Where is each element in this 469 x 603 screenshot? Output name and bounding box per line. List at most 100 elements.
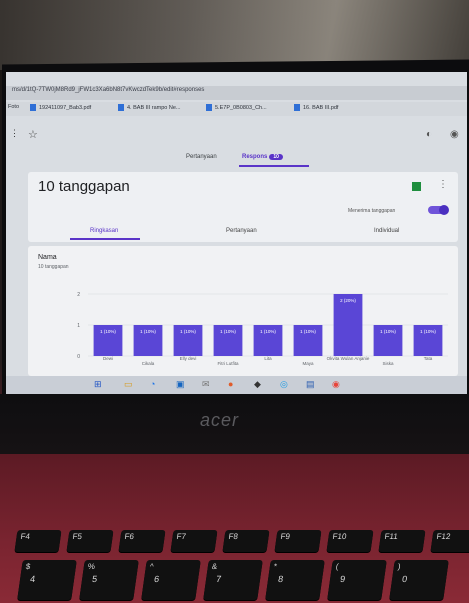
x-tick-label: Tata <box>424 356 433 361</box>
accepting-responses-label: Menerima tanggapan <box>348 208 396 214</box>
key-label: F9 <box>280 532 291 541</box>
star-icon[interactable]: ☆ <box>28 128 38 141</box>
bar-data-label: 1 (10%) <box>420 329 436 334</box>
laptop-screen: ms/d/1tQ-7TW0jM8Rd9_jFW1c3Xa6bN8t7vKwczd… <box>6 72 467 394</box>
address-bar[interactable]: ms/d/1tQ-7TW0jM8Rd9_jFW1c3Xa6bN8t7vKwczd… <box>6 86 467 100</box>
bar[interactable] <box>333 294 363 356</box>
mail-icon[interactable]: ✉ <box>202 379 210 390</box>
key-label: F8 <box>228 532 239 541</box>
fn-key[interactable]: F9 <box>274 530 322 552</box>
app-icon[interactable]: ◎ <box>280 379 288 390</box>
fn-key[interactable]: F11 <box>378 530 426 552</box>
key-symbol: $ <box>25 562 31 571</box>
fn-key[interactable]: F10 <box>326 530 374 552</box>
url-text: ms/d/1tQ-7TW0jM8Rd9_jFW1c3Xa6bN8t7vKwczd… <box>12 87 205 93</box>
key-digit: 5 <box>91 574 98 584</box>
key-label: F10 <box>332 532 348 541</box>
active-tab-indicator <box>239 165 309 167</box>
palette-icon[interactable]: ◐ <box>426 129 432 140</box>
bookmark[interactable]: 192411097_Bab3.pdf <box>30 104 91 111</box>
chrome-icon[interactable]: ◉ <box>332 379 340 390</box>
bar-data-label: 1 (10%) <box>300 329 316 334</box>
bookmark[interactable]: 5.E7P_0B0803_Ch... <box>206 104 267 111</box>
pdf-icon <box>206 104 212 111</box>
taskbar: ⊞ ▭ ◔ ▣ ✉ ● ◆ ◎ ▤ ◉ <box>6 376 467 394</box>
active-subtab-indicator <box>70 238 140 240</box>
key-digit: 4 <box>29 574 36 584</box>
bar-data-label: 1 (10%) <box>260 329 276 334</box>
pdf-icon <box>294 104 300 111</box>
question-card: Nama 10 tanggapan 0121 (10%) Dewi 1 (10%) C… <box>28 246 458 376</box>
file-explorer-icon[interactable]: ▭ <box>124 379 133 390</box>
responses-title: 10 tanggapan <box>38 178 130 195</box>
store-icon[interactable]: ▣ <box>176 379 185 390</box>
key-symbol: ( <box>335 562 340 571</box>
x-tick-label: Dewi <box>103 356 113 361</box>
number-key[interactable]: * 8 <box>265 560 325 600</box>
x-tick-label: Maya <box>302 361 314 366</box>
y-tick-label: 1 <box>77 323 80 329</box>
fn-key[interactable]: F12 <box>430 530 469 552</box>
x-tick-label: Lita <box>264 356 272 361</box>
photo: ms/d/1tQ-7TW0jM8Rd9_jFW1c3Xa6bN8t7vKwczd… <box>0 0 469 603</box>
number-key[interactable]: % 5 <box>79 560 139 600</box>
responses-count-badge: 10 <box>269 154 283 160</box>
fn-key[interactable]: F7 <box>170 530 218 552</box>
y-tick-label: 0 <box>77 354 80 360</box>
fn-key[interactable]: F4 <box>14 530 62 552</box>
key-label: F5 <box>72 532 83 541</box>
x-tick-label: Cikala <box>142 361 155 366</box>
number-key[interactable]: ) 0 <box>389 560 449 600</box>
x-tick-label: Okvita Wulan Anjanie <box>327 356 370 361</box>
pdf-icon <box>30 104 36 111</box>
sheets-icon[interactable] <box>412 182 421 191</box>
word-icon[interactable]: ▤ <box>306 379 315 390</box>
bookmark[interactable]: 16. BAB III.pdf <box>294 104 338 111</box>
x-tick-label: Elly devi <box>180 356 197 361</box>
bar-data-label: 2 (20%) <box>340 298 356 303</box>
tab-responses[interactable]: Respons 10 <box>242 154 283 160</box>
number-key[interactable]: & 7 <box>203 560 263 600</box>
key-label: F7 <box>176 532 187 541</box>
key-label: F4 <box>20 532 31 541</box>
subtab-questions[interactable]: Pertanyaan <box>226 228 257 234</box>
key-symbol: % <box>87 562 96 571</box>
toggle-knob <box>439 205 449 215</box>
fn-key[interactable]: F8 <box>222 530 270 552</box>
key-digit: 6 <box>153 574 160 584</box>
media-icon[interactable]: ● <box>228 379 233 389</box>
edge-icon[interactable]: ◔ <box>150 379 155 389</box>
fn-key[interactable]: F5 <box>66 530 114 552</box>
more-icon[interactable]: ⋮ <box>10 128 19 139</box>
preview-icon[interactable]: ◉ <box>450 129 459 140</box>
subtab-individual[interactable]: Individual <box>374 228 399 234</box>
number-key[interactable]: $4 <box>17 560 77 600</box>
key-label: F11 <box>384 532 399 541</box>
more-options-icon[interactable]: ⋮ <box>438 179 448 190</box>
key-label: F6 <box>124 532 135 541</box>
bar-data-label: 1 (10%) <box>140 329 156 334</box>
bar-data-label: 1 (10%) <box>220 329 236 334</box>
key-digit: 9 <box>339 574 346 584</box>
key-symbol: ) <box>397 562 402 571</box>
bookmarks-bar: Foto 192411097_Bab3.pdf 4. BAB III rampo… <box>6 102 467 116</box>
number-key[interactable]: (9 <box>327 560 387 600</box>
key-digit: 0 <box>401 574 408 584</box>
acer-logo: acer <box>200 410 240 430</box>
fn-key[interactable]: F6 <box>118 530 166 552</box>
bar-chart: 0 1 2 1 (10%) Dewi 1 (10%) Cikala 1 (10%) Elly d… <box>77 292 448 366</box>
summary-card: 10 tanggapan ⋮ Menerima tanggapan Ringka… <box>28 172 458 242</box>
x-tick-label: Siska <box>382 361 394 366</box>
key-label: F12 <box>436 532 452 541</box>
dropbox-icon[interactable]: ◆ <box>254 379 261 390</box>
bookmark[interactable]: Foto <box>8 104 19 110</box>
key-digit: 7 <box>215 574 222 584</box>
accepting-responses-toggle[interactable] <box>428 205 449 215</box>
bookmark[interactable]: 4. BAB III rampo Ne... <box>118 104 181 111</box>
windows-start-icon[interactable]: ⊞ <box>94 379 102 390</box>
subtab-summary[interactable]: Ringkasan <box>90 228 118 234</box>
number-key[interactable]: ^ 6 <box>141 560 201 600</box>
bar-data-label: 1 (10%) <box>380 329 396 334</box>
key-digit: 8 <box>277 574 284 584</box>
tab-questions[interactable]: Pertanyaan <box>186 154 217 160</box>
